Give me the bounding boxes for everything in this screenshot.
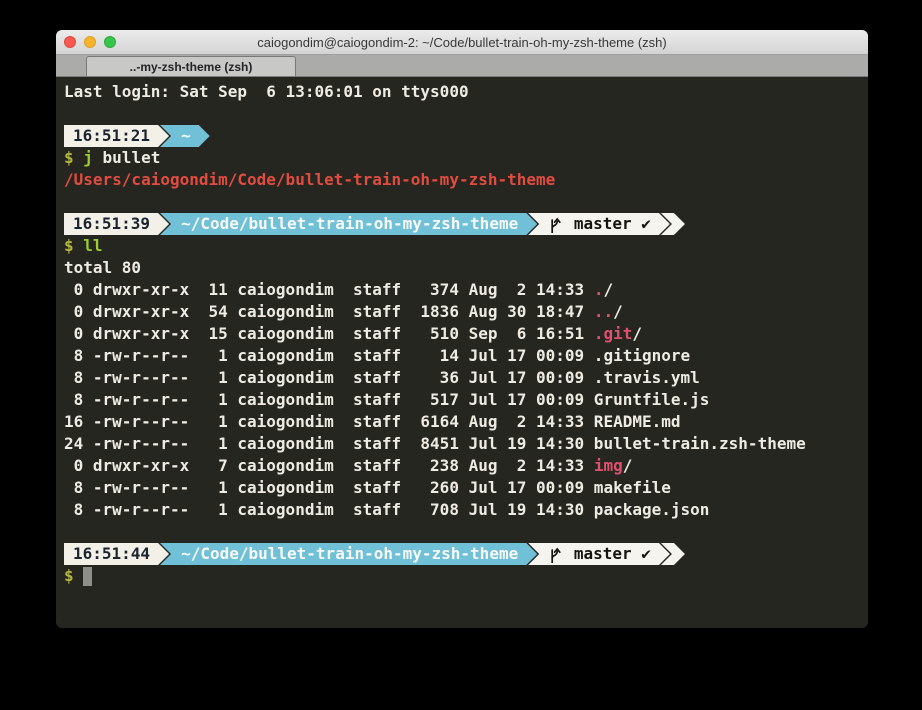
terminal-line: 0 drwxr-xr-x 15 caiogondim staff 510 Sep…: [64, 323, 868, 345]
terminal-text: 24 -rw-r--r-- 1 caiogondim staff 8451 Ju…: [64, 433, 806, 455]
terminal-text: .: [594, 279, 604, 301]
terminal-text: 0 drwxr-xr-x 11 caiogondim staff 374 Aug…: [64, 279, 594, 301]
terminal-line: $ j bullet: [64, 147, 868, 169]
terminal-text: 0 drwxr-xr-x 15 caiogondim staff 510 Sep…: [64, 323, 594, 345]
terminal-text: total 80: [64, 257, 141, 279]
terminal-text: ll: [74, 235, 103, 257]
terminal-line: 8 -rw-r--r-- 1 caiogondim staff 260 Jul …: [64, 477, 868, 499]
terminal-line: 16 -rw-r--r-- 1 caiogondim staff 6164 Au…: [64, 411, 868, 433]
terminal-text: 0 drwxr-xr-x 7 caiogondim staff 238 Aug …: [64, 455, 594, 477]
prompt-time-segment: 16:51:44: [64, 543, 169, 565]
git-branch-icon: [549, 546, 562, 563]
terminal-line: total 80: [64, 257, 868, 279]
terminal-text: .git: [594, 323, 633, 345]
terminal-text: j: [74, 147, 93, 169]
terminal-line: 24 -rw-r--r-- 1 caiogondim staff 8451 Ju…: [64, 433, 868, 455]
prompt-path-segment: ~/Code/bullet-train-oh-my-zsh-theme: [160, 543, 537, 565]
traffic-lights: [64, 30, 116, 54]
window-title: caiogondim@caiogondim-2: ~/Code/bullet-t…: [257, 35, 667, 50]
terminal-line: [64, 521, 868, 543]
git-branch-label: master ✔: [564, 543, 651, 565]
terminal-line: /Users/caiogondim/Code/bullet-train-oh-m…: [64, 169, 868, 191]
terminal-text: 8 -rw-r--r-- 1 caiogondim staff 708 Jul …: [64, 499, 709, 521]
terminal-text: ..: [594, 301, 613, 323]
git-branch-icon: [549, 216, 562, 233]
prompt-time-segment: 16:51:21: [64, 125, 169, 147]
close-button[interactable]: [64, 36, 76, 48]
terminal-line: 8 -rw-r--r-- 1 caiogondim staff 36 Jul 1…: [64, 367, 868, 389]
terminal-line: 8 -rw-r--r-- 1 caiogondim staff 708 Jul …: [64, 499, 868, 521]
prompt-line: 16:51:21~: [64, 125, 868, 147]
terminal-text: Last login: Sat Sep 6 13:06:01 on ttys00…: [64, 81, 469, 103]
tab-label: ..-my-zsh-theme (zsh): [130, 60, 253, 74]
terminal-text: /: [623, 455, 633, 477]
terminal-text: $: [64, 565, 83, 587]
terminal-text: 8 -rw-r--r-- 1 caiogondim staff 517 Jul …: [64, 389, 709, 411]
prompt-git-segment: master ✔: [528, 213, 670, 235]
zoom-button[interactable]: [104, 36, 116, 48]
window-titlebar[interactable]: caiogondim@caiogondim-2: ~/Code/bullet-t…: [56, 30, 868, 55]
terminal-text: 16 -rw-r--r-- 1 caiogondim staff 6164 Au…: [64, 411, 681, 433]
git-branch-label: master ✔: [564, 213, 651, 235]
terminal-line: 0 drwxr-xr-x 7 caiogondim staff 238 Aug …: [64, 455, 868, 477]
terminal-text: img: [594, 455, 623, 477]
prompt-git-segment: master ✔: [528, 543, 670, 565]
terminal-text: 8 -rw-r--r-- 1 caiogondim staff 36 Jul 1…: [64, 367, 700, 389]
terminal-tab[interactable]: ..-my-zsh-theme (zsh): [86, 56, 296, 76]
terminal-cursor: [83, 567, 92, 586]
terminal-line: $: [64, 565, 868, 587]
terminal-line: 8 -rw-r--r-- 1 caiogondim staff 14 Jul 1…: [64, 345, 868, 367]
desktop-background: caiogondim@caiogondim-2: ~/Code/bullet-t…: [0, 0, 922, 710]
terminal-line: 0 drwxr-xr-x 11 caiogondim staff 374 Aug…: [64, 279, 868, 301]
terminal-text: /: [613, 301, 623, 323]
terminal-text: $: [64, 147, 74, 169]
terminal-text: 8 -rw-r--r-- 1 caiogondim staff 260 Jul …: [64, 477, 671, 499]
prompt-line: 16:51:39~/Code/bullet-train-oh-my-zsh-th…: [64, 213, 868, 235]
terminal-line: [64, 103, 868, 125]
prompt-line: 16:51:44~/Code/bullet-train-oh-my-zsh-th…: [64, 543, 868, 565]
terminal-text: /Users/caiogondim/Code/bullet-train-oh-m…: [64, 169, 555, 191]
terminal-text: 0 drwxr-xr-x 54 caiogondim staff 1836 Au…: [64, 301, 594, 323]
terminal-text: /: [603, 279, 613, 301]
tab-bar: ..-my-zsh-theme (zsh): [56, 55, 868, 77]
prompt-path-segment: ~/Code/bullet-train-oh-my-zsh-theme: [160, 213, 537, 235]
terminal-window: caiogondim@caiogondim-2: ~/Code/bullet-t…: [56, 30, 868, 628]
terminal-line: 8 -rw-r--r-- 1 caiogondim staff 517 Jul …: [64, 389, 868, 411]
terminal-line: $ ll: [64, 235, 868, 257]
terminal-body[interactable]: Last login: Sat Sep 6 13:06:01 on ttys00…: [56, 77, 868, 628]
terminal-text: /: [632, 323, 642, 345]
prompt-time-segment: 16:51:39: [64, 213, 169, 235]
minimize-button[interactable]: [84, 36, 96, 48]
terminal-line: [64, 191, 868, 213]
terminal-line: 0 drwxr-xr-x 54 caiogondim staff 1836 Au…: [64, 301, 868, 323]
terminal-text: $: [64, 235, 74, 257]
terminal-text: bullet: [93, 147, 160, 169]
terminal-text: 8 -rw-r--r-- 1 caiogondim staff 14 Jul 1…: [64, 345, 690, 367]
terminal-line: Last login: Sat Sep 6 13:06:01 on ttys00…: [64, 81, 868, 103]
